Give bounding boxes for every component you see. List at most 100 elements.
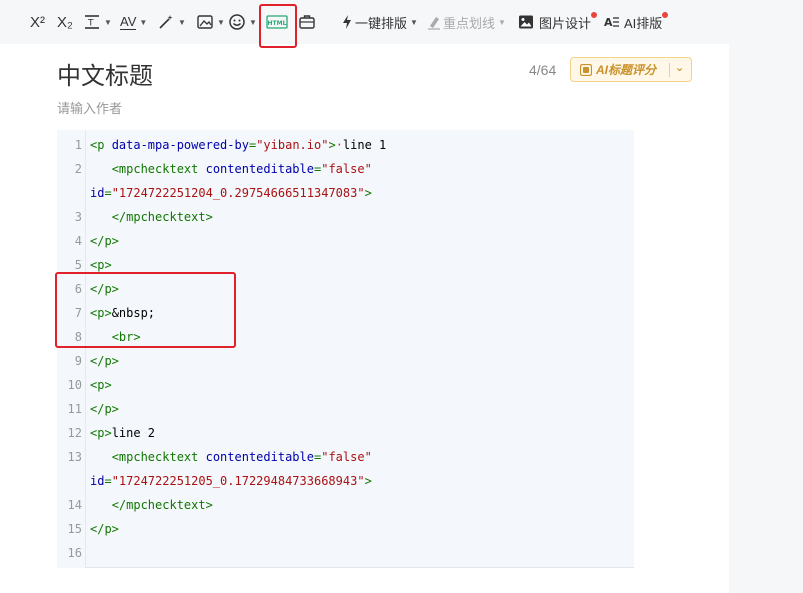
line-number: 16 (67, 546, 82, 560)
code-token: · (335, 138, 343, 152)
code-line[interactable]: 10 <p> (57, 373, 634, 397)
code-text: </mpchecktext> (90, 205, 213, 229)
code-token: > (364, 474, 372, 488)
line-number: 11 (67, 402, 82, 416)
briefcase-icon (299, 15, 315, 29)
line-number: 10 (67, 378, 82, 392)
marker-icon (428, 17, 440, 30)
code-line[interactable]: id="1724722251204_0.29754666511347083"> (57, 181, 634, 205)
code-line[interactable]: 13 <mpchecktext contenteditable="false" (57, 445, 634, 469)
line-spacing-icon: T (85, 15, 99, 29)
title-char-counter: 4/64 (529, 62, 557, 78)
code-line[interactable]: 3 </mpchecktext> (57, 205, 634, 229)
code-token: = (104, 186, 112, 200)
code-token: "1724722251204_0.29754666511347083" (111, 186, 365, 200)
magic-wand-icon (159, 15, 173, 29)
code-token: data-mpa-powered-by (111, 138, 249, 152)
line-number: 4 (74, 234, 82, 248)
chevron-down-icon: ▼ (104, 17, 112, 27)
chevron-down-icon: ▼ (178, 17, 186, 27)
code-line[interactable]: 14 </mpchecktext> (57, 493, 634, 517)
subscript-button[interactable]: X₂ (57, 10, 73, 34)
superscript-icon: X² (30, 13, 45, 31)
code-token: "1724722251205_0.17229484733668943" (111, 474, 365, 488)
svg-text:A: A (604, 16, 613, 29)
notification-dot (662, 12, 668, 18)
code-token: </p> (90, 522, 119, 536)
code-token: <mpchecktext (111, 450, 206, 464)
magic-wand-button[interactable]: ▼ (157, 10, 186, 34)
code-line[interactable]: id="1724722251205_0.17229484733668943"> (57, 469, 634, 493)
code-text: </p> (90, 517, 119, 541)
letter-spacing-button[interactable]: AV ▼ (120, 10, 147, 34)
line-number: 13 (67, 450, 82, 464)
line-number: 2 (74, 162, 82, 176)
chevron-down-icon: ▼ (249, 17, 257, 27)
code-text: <mpchecktext contenteditable="false" (90, 157, 372, 181)
highlight-line-button[interactable]: 重点划线 ▼ (427, 10, 506, 34)
line-number: 3 (74, 210, 82, 224)
code-token: = (104, 474, 112, 488)
code-line[interactable]: 11 </p> (57, 397, 634, 421)
template-button[interactable] (298, 10, 316, 34)
one-click-format-button[interactable]: 一键排版 ▼ (341, 10, 418, 34)
subscript-icon: X₂ (57, 13, 73, 31)
code-token: "false" (321, 162, 372, 176)
code-token: </p> (90, 354, 119, 368)
code-token: </p> (90, 234, 119, 248)
code-token: <mpchecktext (111, 162, 206, 176)
emoji-button[interactable]: ▼ (228, 10, 257, 34)
line-number: 12 (67, 426, 82, 440)
line-number: 14 (67, 498, 82, 512)
code-token: "yiban.io" (256, 138, 329, 152)
code-token: <p> (90, 378, 112, 392)
code-token: "false" (321, 450, 372, 464)
code-text: <p> (90, 373, 112, 397)
ai-title-score-button[interactable]: AI标题评分 ⌄ (570, 57, 692, 82)
code-token: > (328, 138, 336, 152)
one-click-format-label: 一键排版 (355, 15, 408, 31)
code-line[interactable]: 2 <mpchecktext contenteditable="false" (57, 157, 634, 181)
line-spacing-button[interactable]: T ▼ (83, 10, 112, 34)
chevron-down-icon: ▼ (410, 17, 418, 27)
code-token: <p> (90, 426, 112, 440)
code-text: id="1724722251204_0.29754666511347083"> (90, 181, 372, 205)
html-code-editor[interactable]: 1 <p data-mpa-powered-by="yiban.io">·line… (57, 130, 634, 568)
emoji-icon (229, 14, 245, 30)
code-text: </p> (90, 349, 119, 373)
svg-text:T: T (87, 19, 94, 29)
image-insert-button[interactable]: ▼ (196, 10, 225, 34)
image-icon (197, 15, 213, 29)
code-text: id="1724722251205_0.17229484733668943"> (90, 469, 372, 493)
code-line[interactable]: 12 <p>line 2 (57, 421, 634, 445)
ai-layout-button[interactable]: A AI排版 (604, 10, 662, 34)
code-token: </p> (90, 402, 119, 416)
article-title[interactable]: 中文标题 (57, 56, 153, 91)
superscript-button[interactable]: X² (30, 10, 45, 34)
code-token: line 1 (342, 138, 387, 152)
divider (669, 63, 670, 77)
chevron-down-icon[interactable]: ⌄ (675, 61, 684, 74)
code-line[interactable]: 16 (57, 541, 634, 565)
code-line[interactable]: 9 </p> (57, 349, 634, 373)
image-design-label: 图片设计 (539, 15, 592, 31)
code-line[interactable]: 1 <p data-mpa-powered-by="yiban.io">·line… (57, 133, 634, 157)
code-text: </mpchecktext> (90, 493, 213, 517)
code-token: id (90, 474, 105, 488)
image-design-button[interactable]: 图片设计 (518, 10, 591, 34)
chevron-down-icon: ▼ (217, 17, 225, 27)
code-text: <mpchecktext contenteditable="false" (90, 445, 372, 469)
html-button-highlight (259, 4, 297, 48)
code-token: line 2 (111, 426, 156, 440)
picture-icon (519, 15, 533, 29)
code-line[interactable]: 4 </p> (57, 229, 634, 253)
code-text: <p data-mpa-powered-by="yiban.io">·line … (90, 133, 386, 157)
code-text: </p> (90, 229, 119, 253)
author-input[interactable]: 请输入作者 (57, 98, 122, 117)
code-line[interactable]: 15 </p> (57, 517, 634, 541)
code-token: <p> (90, 258, 112, 272)
